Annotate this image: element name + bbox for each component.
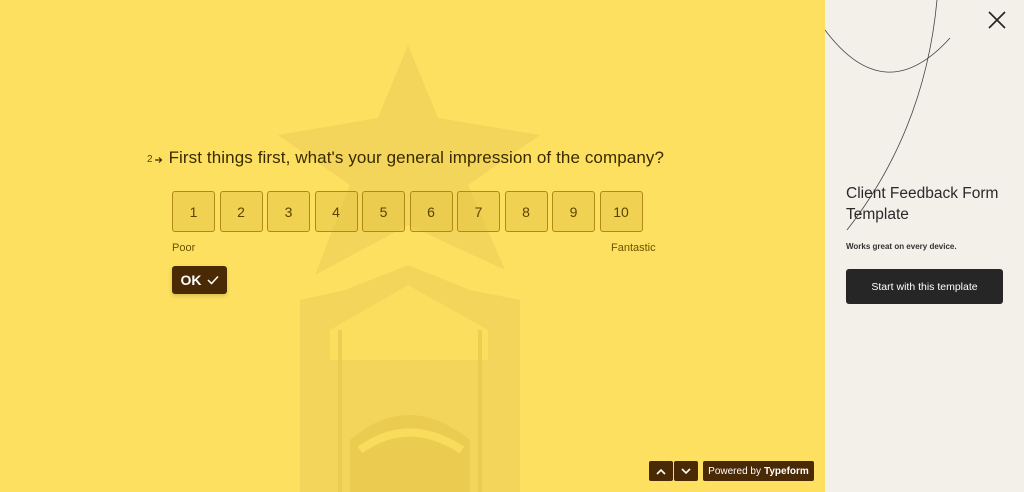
scale-option-2[interactable]: 2 <box>219 191 263 232</box>
scale-option-1[interactable]: 1 <box>172 191 215 232</box>
close-icon <box>988 11 1006 29</box>
chevron-up-icon <box>656 468 666 475</box>
trophy-background-illustration <box>278 45 540 492</box>
close-button[interactable] <box>985 8 1009 32</box>
chevron-down-icon <box>681 467 691 474</box>
previous-question-button[interactable] <box>649 461 673 481</box>
powered-by-prefix: Powered by <box>708 465 761 477</box>
scale-option-8[interactable]: 8 <box>504 191 548 232</box>
ok-button-label: OK <box>180 272 202 288</box>
typeform-brand: Typeform <box>763 465 809 477</box>
scale-option-10[interactable]: 10 <box>599 191 643 232</box>
start-with-template-button[interactable]: Start with this template <box>846 269 1003 304</box>
scale-option-7[interactable]: 7 <box>457 191 500 232</box>
scale-option-9[interactable]: 9 <box>552 191 595 232</box>
question-text: First things first, what's your general … <box>168 148 665 167</box>
trophy-pillar-right <box>478 330 482 492</box>
question-number-text: 2 <box>147 154 153 165</box>
question-row: 2 First things first, what's your genera… <box>147 148 664 168</box>
arrow-right-icon <box>154 156 162 163</box>
question-navigation <box>649 461 698 481</box>
checkmark-icon <box>206 275 219 285</box>
scale-option-6[interactable]: 6 <box>409 191 453 232</box>
trophy-pillar-left <box>338 330 342 492</box>
next-question-button[interactable] <box>674 461 698 481</box>
question-number: 2 <box>147 154 163 165</box>
scale-option-3[interactable]: 3 <box>267 191 310 232</box>
scale-max-label: Fantastic <box>611 242 656 254</box>
form-area: 2 First things first, what's your genera… <box>0 0 825 492</box>
template-subtitle: Works great on every device. <box>846 242 957 251</box>
ok-button[interactable]: OK <box>172 266 227 294</box>
powered-by-typeform-link[interactable]: Powered by Typeform <box>703 461 814 481</box>
scale-option-4[interactable]: 4 <box>314 191 358 232</box>
template-title: Client Feedback Form Template <box>846 185 999 223</box>
scale-option-5[interactable]: 5 <box>362 191 405 232</box>
opinion-scale: 1 2 3 4 5 6 7 8 9 10 <box>172 191 643 232</box>
scale-min-label: Poor <box>172 242 196 254</box>
